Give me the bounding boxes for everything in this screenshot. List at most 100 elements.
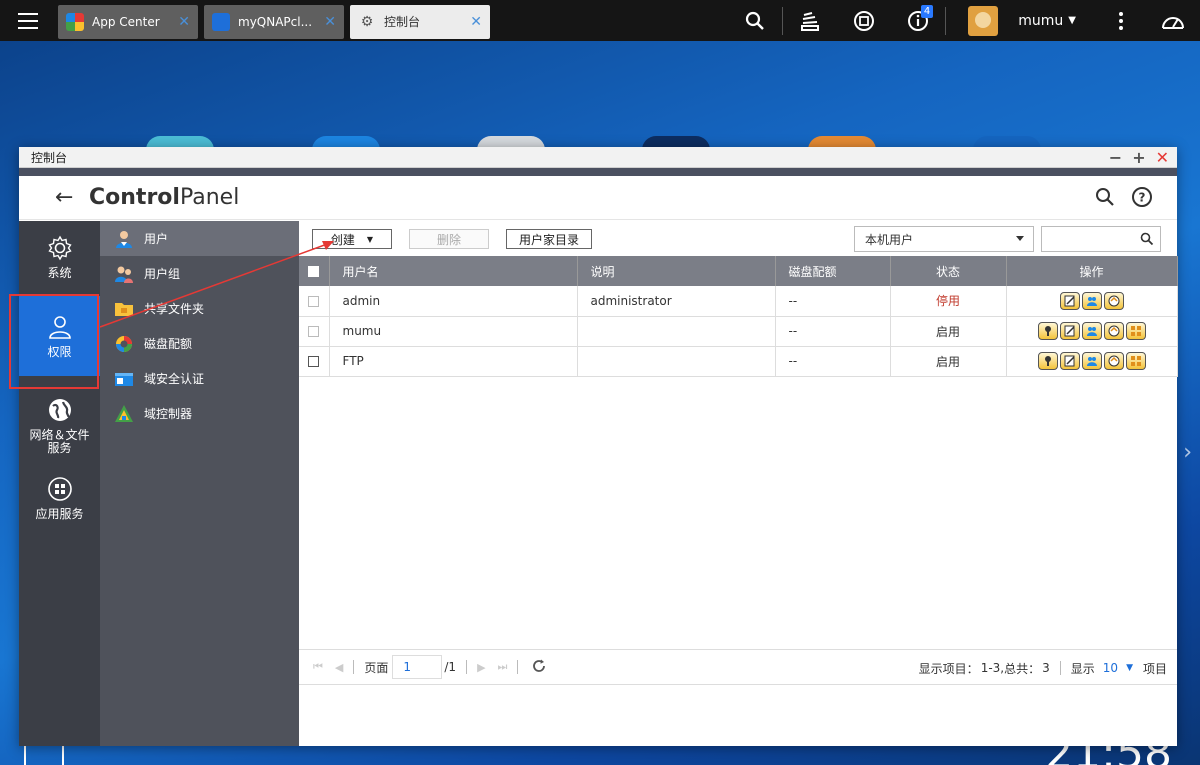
tab-label: 控制台 [384, 15, 421, 29]
select-all-checkbox[interactable] [308, 266, 320, 277]
back-arrow-icon[interactable]: ← [55, 185, 79, 210]
more-options-icon[interactable] [1096, 0, 1146, 41]
subnav-domain-controller[interactable]: 域控制器 [100, 396, 299, 431]
highlight-box [9, 294, 99, 389]
per-page-select[interactable]: 10 [1103, 661, 1118, 675]
table-row[interactable]: mumu -- 启用 [299, 316, 1178, 347]
folder-icon [115, 302, 133, 316]
edit-group-icon[interactable] [1081, 322, 1102, 340]
app-privilege-icon[interactable] [1125, 322, 1146, 340]
edit-group-icon[interactable] [1081, 291, 1102, 310]
col-username[interactable]: 用户名 [329, 256, 578, 286]
svg-text:?: ? [1139, 191, 1146, 205]
change-password-icon[interactable] [1037, 352, 1058, 370]
last-page-icon[interactable]: ⏭ [498, 660, 508, 674]
tab-app-center[interactable]: App Center ✕ [58, 4, 198, 39]
search-icon[interactable] [728, 0, 782, 41]
close-icon[interactable]: ✕ [1156, 149, 1169, 166]
tab-myqnapcloud[interactable]: myQNAPcl... ✕ [204, 4, 344, 39]
users-table: 用户名 说明 磁盘配额 状态 操作 admin administrator --… [299, 256, 1178, 377]
cell-username: admin [329, 286, 578, 317]
nav-system[interactable]: 系统 [19, 221, 100, 294]
col-quota[interactable]: 磁盘配额 [775, 256, 891, 286]
chevron-right-icon[interactable]: › [1183, 440, 1192, 465]
subnav-label: 用户组 [144, 267, 181, 281]
nav-app-services[interactable]: 应用服务 [19, 462, 100, 535]
subnav-domain-security[interactable]: 域安全认证 [100, 361, 299, 396]
maximize-icon[interactable]: + [1132, 149, 1145, 166]
subnav-shared-folders[interactable]: 共享文件夹 [100, 291, 299, 326]
row-checkbox[interactable] [308, 356, 320, 367]
window-titlebar[interactable]: 控制台 − + ✕ [19, 147, 1177, 168]
globe-icon [48, 398, 71, 421]
row-checkbox[interactable] [308, 295, 320, 307]
cell-username: mumu [329, 316, 578, 347]
edit-group-icon[interactable] [1081, 352, 1102, 370]
caret-down-icon [1016, 236, 1024, 241]
divider [517, 660, 519, 674]
delete-button[interactable]: 删除 [409, 229, 489, 249]
col-actions: 操作 [1006, 256, 1178, 286]
nav-label: 应用服务 [35, 507, 84, 521]
table-row[interactable]: admin administrator -- 停用 [299, 286, 1178, 317]
total-count: 3 [1042, 661, 1050, 675]
user-menu[interactable]: mumu ▼ [946, 5, 1096, 36]
notification-badge: 4 [920, 5, 934, 18]
search-icon[interactable] [1095, 187, 1115, 210]
row-checkbox[interactable] [308, 326, 320, 337]
select-all-cell [299, 256, 330, 286]
edit-permission-icon[interactable] [1103, 322, 1124, 340]
cell-status: 启用 [890, 346, 1007, 377]
cell-status: 停用 [890, 286, 1007, 317]
create-button[interactable]: 创建 ▼ [312, 229, 392, 249]
page-input[interactable]: 1 [392, 655, 443, 679]
caret-down-icon[interactable]: ▼ [1126, 663, 1133, 673]
col-description[interactable]: 说明 [577, 256, 776, 286]
subnav-user-groups[interactable]: 用户组 [100, 256, 299, 291]
close-icon[interactable]: ✕ [324, 14, 336, 30]
domain-icon [115, 372, 133, 386]
window-strip [19, 168, 1177, 176]
subnav-disk-quota[interactable]: 磁盘配额 [100, 326, 299, 361]
subnav-label: 域安全认证 [144, 372, 205, 386]
sub-nav: 用户 用户组 共享文件夹 磁盘配额 域安全认证 域控制器 [100, 221, 299, 746]
edit-permission-icon[interactable] [1103, 352, 1124, 370]
refresh-icon[interactable] [532, 659, 546, 676]
prev-page-icon[interactable]: ◀ [335, 661, 343, 674]
dashboard-icon[interactable] [1146, 0, 1200, 41]
app-privilege-icon[interactable] [1125, 352, 1146, 370]
nav-network-file[interactable]: 网络＆文件服务 [19, 389, 100, 462]
tab-control-panel[interactable]: ⚙ 控制台 ✕ [350, 4, 490, 39]
next-page-icon[interactable]: ▶ [477, 661, 485, 674]
search-input[interactable] [1041, 226, 1161, 252]
desktop-widget[interactable] [24, 744, 64, 765]
divider [466, 660, 468, 674]
cell-status: 启用 [890, 316, 1007, 347]
close-icon[interactable]: ✕ [178, 14, 190, 30]
divider [353, 660, 355, 674]
close-icon[interactable]: ✕ [470, 14, 482, 30]
edit-profile-icon[interactable] [1059, 291, 1080, 310]
help-icon[interactable]: ? [1131, 186, 1153, 211]
search-icon[interactable] [1140, 232, 1154, 246]
main-menu-icon[interactable] [0, 0, 56, 41]
background-tasks-icon[interactable] [783, 0, 837, 41]
minimize-icon[interactable]: − [1109, 149, 1122, 166]
col-status[interactable]: 状态 [890, 256, 1007, 286]
user-type-select[interactable]: 本机用户 [854, 226, 1034, 252]
change-password-icon[interactable] [1037, 322, 1058, 340]
notification-icon[interactable]: 4 [891, 0, 945, 41]
page-total: /1 [444, 660, 457, 674]
subnav-users[interactable]: 用户 [100, 221, 299, 256]
home-folder-button[interactable]: 用户家目录 [506, 229, 592, 249]
first-page-icon[interactable]: ⏮ [313, 660, 323, 674]
table-row[interactable]: FTP -- 启用 [299, 346, 1178, 377]
edit-permission-icon[interactable] [1103, 291, 1124, 310]
cell-username: FTP [329, 346, 578, 377]
edit-profile-icon[interactable] [1059, 352, 1080, 370]
edit-profile-icon[interactable] [1059, 322, 1080, 340]
external-device-icon[interactable] [837, 0, 891, 41]
user-group-icon [115, 266, 133, 283]
cell-description: administrator [577, 286, 776, 317]
window-title: 控制台 [31, 150, 68, 165]
